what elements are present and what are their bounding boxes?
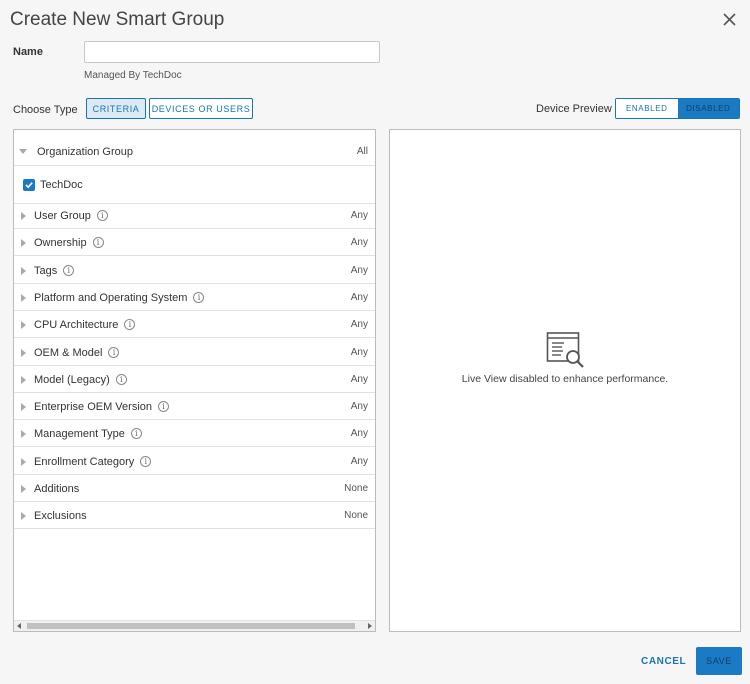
criteria-row[interactable]: Management Type i Any [14, 421, 375, 447]
criteria-value: Any [350, 210, 368, 221]
devices-or-users-button[interactable]: DEVICES OR USERS [149, 98, 253, 119]
criteria-label: Platform and Operating System [34, 291, 188, 304]
criteria-button[interactable]: CRITERIA [86, 98, 146, 119]
criteria-label: Enrollment Category [34, 455, 135, 468]
criteria-label: Tags [34, 264, 58, 277]
expand-icon [21, 238, 26, 247]
org-group-row[interactable]: Organization Group All [14, 138, 375, 166]
criteria-row[interactable]: Exclusions None [14, 503, 375, 529]
expand-icon [21, 402, 26, 411]
expand-icon [21, 266, 26, 275]
org-group-label: Organization Group [37, 145, 133, 158]
expand-icon [21, 293, 26, 302]
choose-type-label: Choose Type [13, 104, 78, 116]
criteria-panel: Organization Group All TechDoc User Grou… [13, 129, 376, 632]
expand-icon [21, 457, 26, 466]
preview-disabled-option[interactable]: DISABLED [677, 99, 739, 118]
criteria-row[interactable]: OEM & Model i Any [14, 340, 375, 366]
name-input[interactable] [84, 41, 380, 63]
info-icon[interactable]: i [115, 374, 127, 385]
expand-icon [21, 511, 26, 520]
criteria-label: Ownership [34, 236, 87, 249]
info-icon[interactable]: i [130, 428, 142, 439]
criteria-value: Any [350, 347, 368, 358]
criteria-label: CPU Architecture [34, 318, 119, 331]
criteria-label: Enterprise OEM Version [34, 400, 152, 413]
scroll-left-icon[interactable] [17, 623, 21, 629]
org-group-item: TechDoc [14, 166, 375, 204]
collapse-icon [19, 149, 27, 154]
horizontal-scrollbar[interactable] [14, 620, 375, 631]
expand-icon [21, 211, 26, 220]
criteria-value: Any [350, 401, 368, 412]
criteria-row[interactable]: Model (Legacy) i Any [14, 367, 375, 393]
criteria-value: Any [350, 319, 368, 330]
checkbox-checked-icon[interactable] [23, 178, 35, 191]
criteria-label: User Group [34, 209, 91, 222]
expand-icon [21, 348, 26, 357]
device-preview-label: Device Preview [536, 103, 612, 115]
criteria-value: Any [350, 292, 368, 303]
criteria-value: None [344, 510, 368, 521]
org-group-item-label: TechDoc [40, 178, 83, 191]
criteria-row[interactable]: Additions None [14, 476, 375, 502]
preview-enabled-option[interactable]: ENABLED [616, 99, 678, 118]
device-preview-toggle: ENABLED DISABLED [615, 98, 740, 119]
criteria-row[interactable]: Platform and Operating System i Any [14, 285, 375, 311]
criteria-value: Any [350, 456, 368, 467]
expand-icon [21, 484, 26, 493]
dialog-title: Create New Smart Group [10, 9, 225, 30]
scroll-right-icon[interactable] [368, 623, 372, 629]
info-icon[interactable]: i [140, 456, 152, 467]
close-icon[interactable] [720, 10, 740, 30]
criteria-label: Exclusions [34, 509, 87, 522]
info-icon[interactable]: i [124, 319, 136, 330]
cancel-button[interactable]: CANCEL [641, 656, 686, 667]
info-icon[interactable]: i [96, 210, 108, 221]
criteria-label: OEM & Model [34, 346, 103, 359]
org-group-value: All [356, 146, 368, 157]
info-icon[interactable]: i [158, 401, 169, 412]
criteria-value: None [344, 483, 368, 494]
criteria-label: Additions [34, 482, 80, 495]
expand-icon [21, 320, 26, 329]
managed-by-text: Managed By TechDoc [84, 70, 182, 81]
info-icon[interactable]: i [193, 292, 205, 303]
criteria-row[interactable]: Enrollment Category i Any [14, 449, 375, 475]
criteria-value: Any [350, 428, 368, 439]
device-preview-panel: Live View disabled to enhance performanc… [389, 129, 741, 632]
name-label: Name [13, 46, 43, 58]
list-search-icon [546, 330, 586, 375]
criteria-value: Any [350, 237, 368, 248]
criteria-row[interactable]: Ownership i Any [14, 230, 375, 256]
scrollbar-thumb[interactable] [27, 623, 355, 629]
criteria-value: Any [350, 374, 368, 385]
info-icon[interactable]: i [92, 237, 104, 248]
criteria-row[interactable]: Enterprise OEM Version i Any [14, 394, 375, 420]
expand-icon [21, 429, 26, 438]
info-icon[interactable]: i [108, 347, 120, 358]
preview-disabled-message: Live View disabled to enhance performanc… [461, 373, 669, 385]
criteria-label: Management Type [34, 427, 125, 440]
criteria-row[interactable]: Tags i Any [14, 258, 375, 284]
criteria-label: Model (Legacy) [34, 373, 110, 386]
save-button[interactable]: SAVE [696, 647, 742, 675]
criteria-value: Any [350, 265, 368, 276]
info-icon[interactable]: i [63, 265, 75, 276]
criteria-row[interactable]: CPU Architecture i Any [14, 312, 375, 338]
expand-icon [21, 375, 26, 384]
criteria-row[interactable]: User Group i Any [14, 203, 375, 229]
